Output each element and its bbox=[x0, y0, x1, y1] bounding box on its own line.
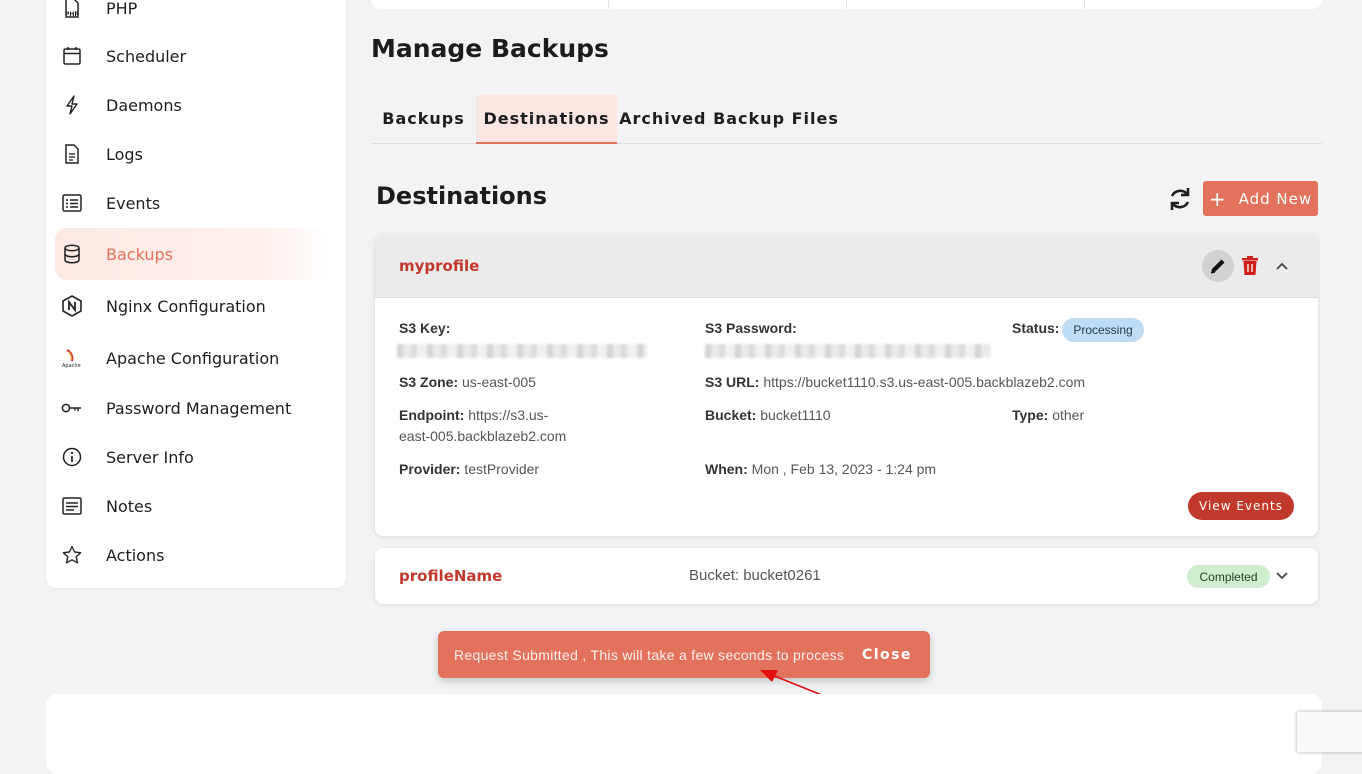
edit-button[interactable] bbox=[1202, 250, 1234, 282]
tab-archived-backup-files[interactable]: Archived Backup Files bbox=[617, 95, 841, 142]
trash-icon bbox=[1242, 256, 1258, 275]
sidebar-item-scheduler[interactable]: Scheduler bbox=[55, 34, 330, 78]
sidebar-item-daemons[interactable]: Daemons bbox=[55, 83, 330, 127]
bolt-icon bbox=[61, 94, 83, 116]
status-badge-completed: Completed bbox=[1187, 565, 1270, 588]
s3-key-redacted bbox=[397, 344, 647, 358]
sidebar-item-notes[interactable]: Notes bbox=[55, 484, 330, 528]
sidebar-item-label: Notes bbox=[106, 496, 153, 516]
sidebar-item-nginx[interactable]: Nginx Configuration bbox=[55, 284, 330, 328]
s3-password-redacted bbox=[705, 344, 990, 358]
section-title: Destinations bbox=[376, 182, 548, 210]
sidebar-item-label: Scheduler bbox=[106, 46, 187, 66]
notes-icon bbox=[61, 495, 83, 517]
calendar-icon bbox=[61, 45, 83, 67]
sidebar-item-label: Events bbox=[106, 193, 161, 213]
sidebar-item-label: Daemons bbox=[106, 95, 182, 115]
nginx-icon bbox=[61, 295, 83, 317]
sidebar-item-label: Nginx Configuration bbox=[106, 296, 266, 316]
sidebar-item-label: Password Management bbox=[106, 398, 292, 418]
bucket-field: Bucket: bucket1110 bbox=[705, 407, 831, 423]
refresh-button[interactable] bbox=[1167, 184, 1193, 214]
tab-destinations[interactable]: Destinations bbox=[476, 95, 617, 144]
destination-card-header[interactable]: myprofile bbox=[375, 234, 1318, 298]
type-field: Type: other bbox=[1012, 407, 1085, 423]
database-icon bbox=[61, 243, 83, 265]
sidebar-item-password-management[interactable]: Password Management bbox=[55, 386, 330, 430]
page-title: Manage Backups bbox=[371, 34, 609, 63]
tab-backups[interactable]: Backups bbox=[371, 95, 476, 142]
add-new-label: Add New bbox=[1238, 189, 1313, 208]
refresh-icon bbox=[1170, 188, 1190, 210]
s3-key-label: S3 Key: bbox=[399, 320, 451, 336]
chevron-down-icon[interactable] bbox=[1274, 568, 1290, 584]
sidebar-item-events[interactable]: Events bbox=[55, 181, 330, 225]
sidebar-item-label: Backups bbox=[106, 244, 173, 264]
s3-password-label: S3 Password: bbox=[705, 320, 797, 336]
sidebar-item-actions[interactable]: Actions bbox=[55, 533, 330, 577]
sidebar-item-backups[interactable]: Backups bbox=[55, 228, 330, 280]
top-card-strip bbox=[371, 0, 1322, 9]
pencil-icon bbox=[1210, 259, 1225, 274]
status-label: Status: bbox=[1012, 320, 1060, 336]
destination-name: profileName bbox=[399, 567, 503, 585]
info-icon bbox=[61, 446, 83, 468]
svg-text:PHP: PHP bbox=[65, 11, 79, 18]
bottom-panel bbox=[46, 694, 1322, 774]
s3-zone-field: S3 Zone: us-east-005 bbox=[399, 374, 536, 390]
delete-button[interactable] bbox=[1241, 256, 1259, 276]
star-icon bbox=[61, 544, 83, 566]
sidebar-item-server-info[interactable]: Server Info bbox=[55, 435, 330, 479]
endpoint-field: Endpoint: https://s3.us-east-005.backbla… bbox=[399, 407, 567, 444]
when-field: When: Mon , Feb 13, 2023 - 1:24 pm bbox=[705, 461, 937, 477]
add-new-button[interactable]: + Add New bbox=[1203, 181, 1318, 216]
plus-icon: + bbox=[1208, 186, 1227, 211]
list-icon bbox=[61, 192, 83, 214]
apache-icon: Apache bbox=[61, 347, 83, 369]
destination-card-profilename[interactable]: profileName Bucket: bucket0261 Completed bbox=[375, 548, 1318, 604]
sidebar-item-php[interactable]: PHP PHP bbox=[55, 0, 330, 30]
document-icon bbox=[61, 143, 83, 165]
sidebar-item-label: Actions bbox=[106, 545, 165, 565]
sidebar-item-label: PHP bbox=[106, 0, 138, 18]
sidebar: PHP PHP Scheduler Daemons Logs Events Ba… bbox=[46, 0, 346, 588]
sidebar-item-apache[interactable]: Apache Apache Configuration bbox=[55, 336, 330, 380]
key-icon bbox=[61, 397, 83, 419]
s3-url-field: S3 URL: https://bucket1110.s3.us-east-00… bbox=[705, 374, 1086, 390]
provider-field: Provider: testProvider bbox=[399, 461, 540, 477]
sidebar-item-label: Logs bbox=[106, 144, 143, 164]
svg-text:Apache: Apache bbox=[62, 363, 81, 369]
destination-name: myprofile bbox=[399, 257, 480, 275]
sidebar-item-label: Apache Configuration bbox=[106, 348, 280, 368]
chevron-up-icon[interactable] bbox=[1274, 258, 1290, 274]
view-events-button[interactable]: View Events bbox=[1188, 492, 1294, 520]
destination-card-myprofile: myprofile S3 Key: S3 Password: Status: P… bbox=[375, 234, 1318, 536]
sidebar-item-logs[interactable]: Logs bbox=[55, 132, 330, 176]
php-file-icon: PHP bbox=[61, 0, 83, 19]
sidebar-item-label: Server Info bbox=[106, 447, 194, 467]
status-badge-processing: Processing bbox=[1062, 318, 1144, 342]
tab-bar: Backups Destinations Archived Backup Fil… bbox=[371, 95, 1322, 144]
recaptcha-badge[interactable] bbox=[1297, 712, 1362, 752]
bucket-summary: Bucket: bucket0261 bbox=[689, 567, 821, 584]
